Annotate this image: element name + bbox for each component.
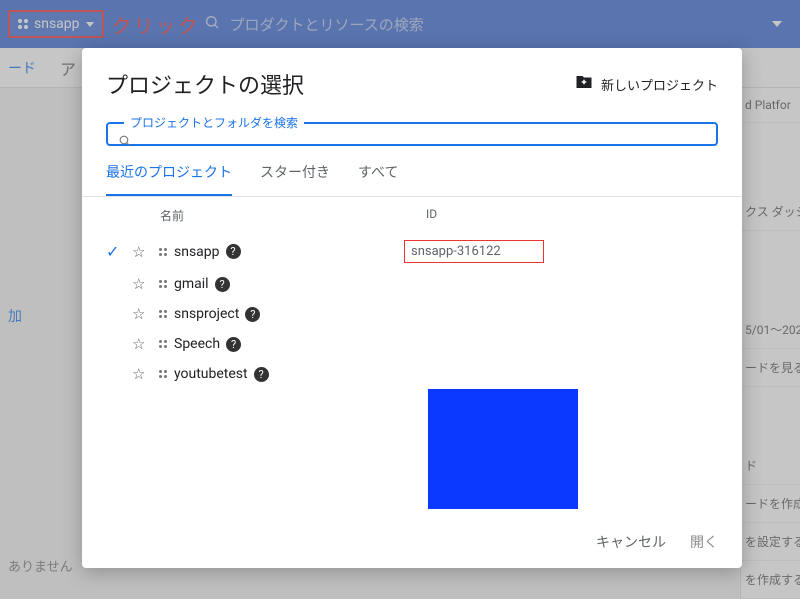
star-icon[interactable]: ☆ (132, 365, 152, 383)
open-button[interactable]: 開く (690, 532, 718, 552)
star-icon[interactable]: ☆ (132, 335, 152, 353)
project-type-icon (152, 248, 174, 256)
cancel-button[interactable]: キャンセル (596, 532, 666, 552)
help-icon[interactable]: ? (226, 337, 241, 352)
star-icon[interactable]: ☆ (132, 275, 152, 293)
project-type-icon (152, 310, 174, 318)
star-icon[interactable]: ☆ (132, 243, 152, 261)
project-search-label: プロジェクトとフォルダを検索 (124, 114, 304, 131)
tab-starred[interactable]: スター付き (260, 162, 330, 196)
search-icon (118, 134, 131, 151)
table-row[interactable]: ☆ snsproject? (106, 299, 718, 329)
project-type-icon (152, 280, 174, 288)
redaction-block (428, 389, 578, 509)
tab-all[interactable]: すべて (358, 162, 398, 196)
project-type-icon (152, 370, 174, 378)
check-icon: ✓ (106, 242, 132, 261)
modal-title: プロジェクトの選択 (106, 68, 575, 100)
modal-footer: キャンセル 開く (82, 516, 742, 568)
table-header: 名前 ID (82, 197, 742, 234)
project-name: snsapp (174, 244, 220, 260)
help-icon[interactable]: ? (226, 244, 241, 259)
tab-recent[interactable]: 最近のプロジェクト (106, 162, 232, 196)
table-row[interactable]: ✓ ☆ snsapp? snsapp-316122 (106, 234, 718, 269)
project-name: gmail (174, 276, 209, 292)
project-name: Speech (174, 336, 220, 352)
col-name: 名前 (106, 207, 426, 224)
table-row[interactable]: ☆ youtubetest? (106, 359, 718, 389)
table-row[interactable]: ☆ gmail? (106, 269, 718, 299)
project-picker-modal: プロジェクトの選択 新しいプロジェクト プロジェクトとフォルダを検索 最近のプロ… (82, 48, 742, 568)
help-icon[interactable]: ? (254, 367, 269, 382)
col-id: ID (426, 207, 718, 224)
table-row[interactable]: ☆ Speech? (106, 329, 718, 359)
project-name: snsproject (174, 306, 239, 322)
modal-tabs: 最近のプロジェクト スター付き すべて (82, 150, 742, 197)
star-icon[interactable]: ☆ (132, 305, 152, 323)
help-icon[interactable]: ? (245, 307, 260, 322)
new-folder-icon (575, 73, 593, 96)
project-search-input[interactable]: プロジェクトとフォルダを検索 (106, 122, 718, 146)
project-rows: ✓ ☆ snsapp? snsapp-316122 ☆ gmail? ☆ sns… (82, 234, 742, 509)
project-type-icon (152, 340, 174, 348)
project-id: snsapp-316122 (404, 240, 544, 263)
new-project-button[interactable]: 新しいプロジェクト (575, 73, 718, 96)
project-name: youtubetest (174, 366, 248, 382)
new-project-label: 新しいプロジェクト (601, 75, 718, 94)
help-icon[interactable]: ? (215, 277, 230, 292)
